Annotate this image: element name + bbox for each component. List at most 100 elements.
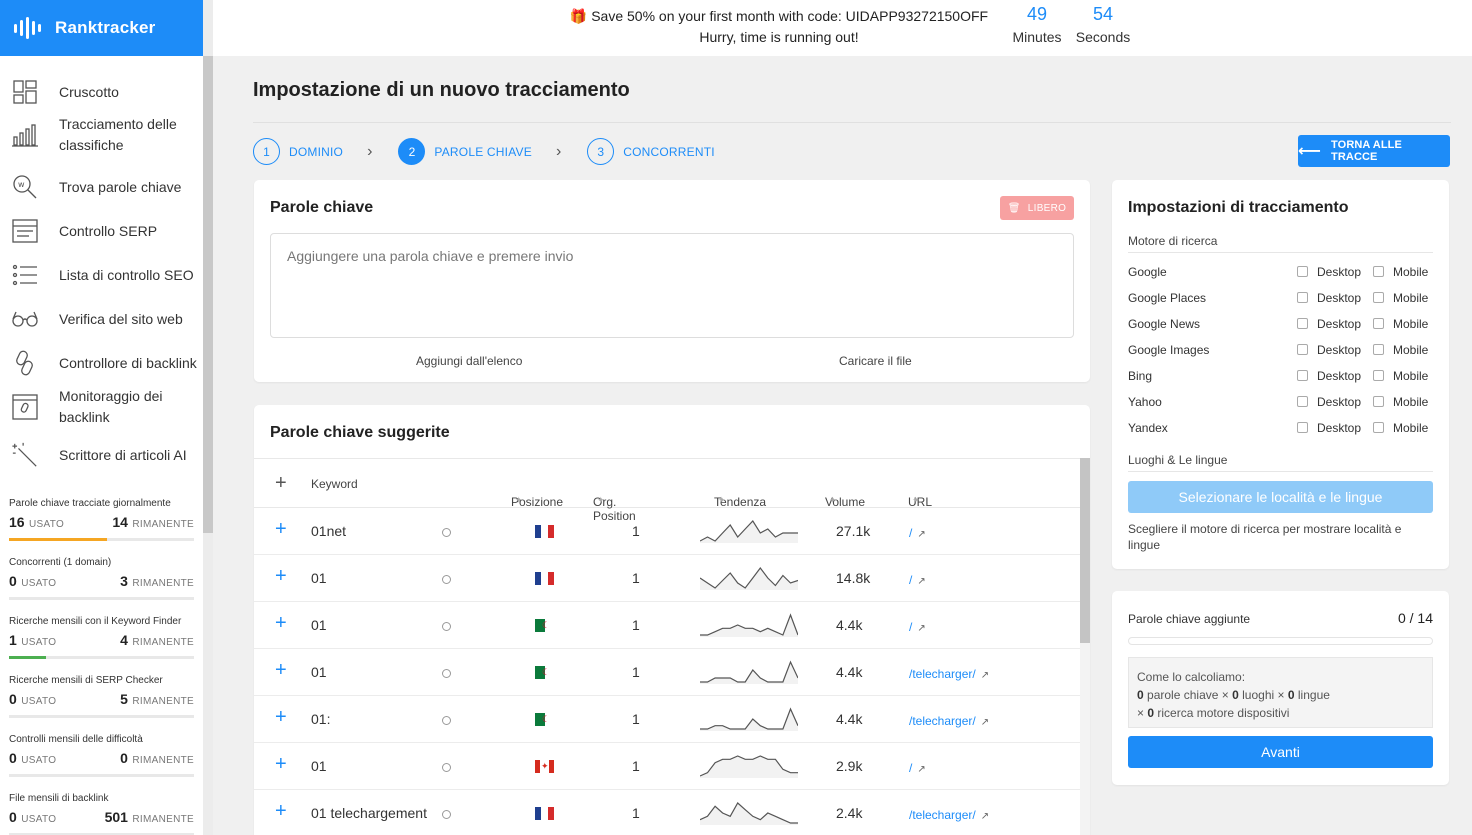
quota-item: Parole chiave tracciate giornalmente 16 U… bbox=[0, 498, 203, 541]
desktop-label: Desktop bbox=[1317, 343, 1362, 357]
flag-dz-icon: ☾ bbox=[535, 713, 554, 726]
add-keyword-button[interactable]: + bbox=[275, 706, 287, 729]
bar-chart-icon bbox=[11, 121, 39, 149]
table-row: +01 telechargement 1 2.4k/telecharger/↗ bbox=[254, 790, 1080, 835]
mobile-checkbox[interactable] bbox=[1373, 422, 1384, 433]
url-link[interactable]: / ↗ bbox=[909, 524, 926, 540]
step-concorrenti[interactable]: 3 CONCORRENTI bbox=[587, 138, 715, 165]
keywords-input[interactable] bbox=[270, 233, 1074, 338]
url-link[interactable]: /telecharger/↗ bbox=[909, 712, 989, 728]
add-keyword-button[interactable]: + bbox=[275, 612, 287, 635]
info-icon[interactable] bbox=[442, 528, 451, 537]
mobile-label: Mobile bbox=[1393, 265, 1429, 279]
url-link[interactable]: / ↗ bbox=[909, 759, 926, 775]
promo-line2: Hurry, time is running out! bbox=[699, 29, 859, 45]
volume-cell: 27.1k bbox=[836, 523, 871, 539]
step-parole-chiave[interactable]: 2 PAROLE CHIAVE bbox=[398, 138, 532, 165]
sidebar-item-cruscotto[interactable]: Cruscotto bbox=[0, 70, 203, 114]
info-icon[interactable] bbox=[442, 810, 451, 819]
add-keyword-button[interactable]: + bbox=[275, 565, 287, 588]
mobile-checkbox[interactable] bbox=[1373, 344, 1384, 355]
sidebar-item-trova-parole-chiave[interactable]: w Trova parole chiave bbox=[0, 165, 203, 209]
add-keyword-button[interactable]: + bbox=[275, 518, 287, 541]
promo-line1: Save 50% on your first month with code: … bbox=[591, 8, 989, 24]
volume-cell: 2.4k bbox=[836, 805, 863, 821]
trend-sparkline bbox=[700, 755, 798, 778]
stepper: 1 DOMINIO › 2 PAROLE CHIAVE › 3 CONCORRE… bbox=[253, 138, 715, 165]
trend-sparkline bbox=[700, 520, 798, 543]
desktop-checkbox[interactable] bbox=[1297, 344, 1308, 355]
url-link[interactable]: /telecharger/↗ bbox=[909, 665, 989, 681]
sidebar-scrollbar[interactable] bbox=[203, 56, 213, 533]
sidebar-item-controllore-di-backlink[interactable]: Controllore di backlink bbox=[0, 341, 203, 385]
quota-remaining: 4 bbox=[120, 632, 128, 648]
url-link[interactable]: /telecharger/↗ bbox=[909, 806, 989, 822]
quota-title: File mensili di backlink bbox=[9, 793, 109, 804]
desktop-checkbox[interactable] bbox=[1297, 292, 1308, 303]
clear-keywords-button[interactable]: 🗑 LIBERO bbox=[1000, 196, 1074, 220]
engine-row: Google News Desktop Mobile bbox=[1128, 314, 1433, 334]
sidebar-item-label: Scrittore di articoli AI bbox=[59, 446, 187, 463]
table-row: +01net 1 27.1k / ↗ bbox=[254, 508, 1080, 555]
sidebar-item-lista-di-controllo-seo[interactable]: Lista di controllo SEO bbox=[0, 253, 203, 297]
url-link[interactable]: / ↗ bbox=[909, 618, 926, 634]
back-to-tracks-button[interactable]: ⟵ TORNA ALLE TRACCE bbox=[1298, 135, 1450, 167]
checklist-icon bbox=[11, 261, 39, 289]
add-keyword-button[interactable]: + bbox=[275, 800, 287, 823]
info-icon[interactable] bbox=[442, 622, 451, 631]
timer-seconds: 54 Seconds bbox=[1075, 4, 1131, 45]
org-position-cell: 1 bbox=[632, 711, 640, 727]
sidebar-item-tracciamento-delle-classifiche[interactable]: Tracciamento delle classifiche bbox=[0, 113, 203, 157]
mobile-checkbox[interactable] bbox=[1373, 396, 1384, 407]
sidebar-item-scrittore-di-articoli-ai[interactable]: Scrittore di articoli AI bbox=[0, 433, 203, 477]
info-icon[interactable] bbox=[442, 763, 451, 772]
keywords-card-title: Parole chiave bbox=[270, 199, 374, 216]
step-dominio[interactable]: 1 DOMINIO bbox=[253, 138, 343, 165]
table-row: +01 ☾ 1 4.4k / ↗ bbox=[254, 602, 1080, 649]
engine-row: Google Images Desktop Mobile bbox=[1128, 340, 1433, 360]
sidebar-item-monitoraggio-dei-backlink[interactable]: Monitoraggio dei backlink bbox=[0, 385, 203, 429]
info-icon[interactable] bbox=[442, 575, 451, 584]
volume-cell: 4.4k bbox=[836, 617, 863, 633]
keyword-cell: 01 telechargement bbox=[311, 805, 427, 821]
volume-cell: 4.4k bbox=[836, 664, 863, 680]
url-link[interactable]: / ↗ bbox=[909, 571, 926, 587]
mobile-checkbox[interactable] bbox=[1373, 292, 1384, 303]
engine-name: Yahoo bbox=[1128, 395, 1162, 409]
desktop-checkbox[interactable] bbox=[1297, 318, 1308, 329]
logo-bar[interactable]: Ranktracker bbox=[0, 0, 203, 56]
engine-name: Google News bbox=[1128, 317, 1201, 331]
sidebar-item-controllo-serp[interactable]: Controllo SERP bbox=[0, 209, 203, 253]
external-link-icon: ↗ bbox=[917, 576, 926, 587]
sort-icon: ✦ bbox=[829, 495, 837, 505]
table-row: +01 ✦ 1 2.9k / ↗ bbox=[254, 743, 1080, 790]
upload-file-link[interactable]: Caricare il file bbox=[839, 354, 912, 368]
suggested-keywords-card: Parole chiave suggerite + Keyword Posizi… bbox=[254, 405, 1090, 835]
desktop-checkbox[interactable] bbox=[1297, 266, 1308, 277]
next-button[interactable]: Avanti bbox=[1128, 736, 1433, 768]
desktop-checkbox[interactable] bbox=[1297, 422, 1308, 433]
col-keyword[interactable]: Keyword bbox=[311, 477, 358, 491]
add-all-icon[interactable]: + bbox=[275, 472, 287, 495]
mobile-checkbox[interactable] bbox=[1373, 266, 1384, 277]
add-keyword-button[interactable]: + bbox=[275, 659, 287, 682]
select-locations-button[interactable]: Selezionare le località e le lingue bbox=[1128, 481, 1433, 513]
mobile-label: Mobile bbox=[1393, 369, 1429, 383]
table-scrollbar[interactable] bbox=[1080, 458, 1090, 643]
info-icon[interactable] bbox=[442, 669, 451, 678]
desktop-checkbox[interactable] bbox=[1297, 396, 1308, 407]
trend-sparkline bbox=[700, 613, 798, 637]
sidebar-item-verifica-del-sito-web[interactable]: Verifica del sito web bbox=[0, 297, 203, 341]
mobile-checkbox[interactable] bbox=[1373, 370, 1384, 381]
desktop-checkbox[interactable] bbox=[1297, 370, 1308, 381]
dashboard-icon bbox=[11, 78, 39, 106]
serp-icon bbox=[11, 217, 39, 245]
info-icon[interactable] bbox=[442, 716, 451, 725]
mobile-checkbox[interactable] bbox=[1373, 318, 1384, 329]
app-name: Ranktracker bbox=[55, 18, 156, 37]
glasses-icon bbox=[11, 305, 39, 333]
add-keyword-button[interactable]: + bbox=[275, 753, 287, 776]
add-from-list-link[interactable]: Aggiungi dall'elenco bbox=[416, 354, 522, 368]
added-keywords-progress bbox=[1128, 637, 1433, 645]
external-link-icon: ↗ bbox=[917, 529, 926, 540]
